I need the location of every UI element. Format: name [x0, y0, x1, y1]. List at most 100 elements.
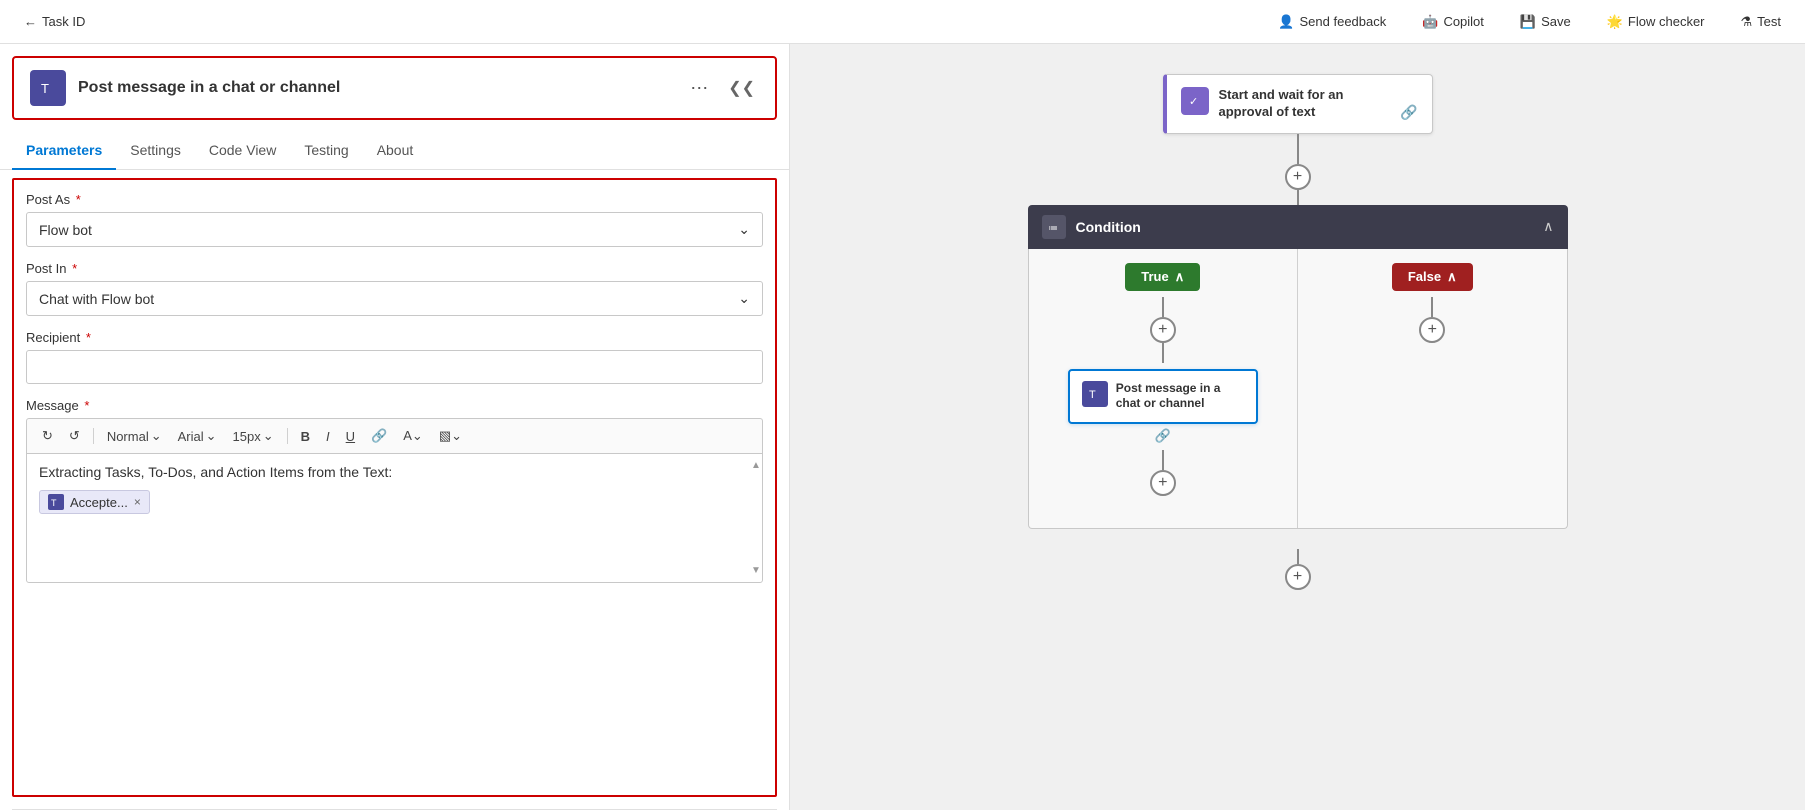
condition-block: ≔ Condition ∧ True ∧ — [1028, 205, 1568, 529]
condition-svg: ≔ — [1046, 219, 1062, 235]
teams-small-icon: T — [51, 497, 61, 507]
topbar-left: ← Task ID — [16, 10, 93, 33]
post-message-card[interactable]: T Post message in a chat or channel — [1068, 369, 1258, 424]
tab-settings[interactable]: Settings — [116, 132, 195, 170]
italic-button[interactable]: I — [321, 426, 335, 447]
save-icon: 💾 — [1520, 14, 1536, 30]
underline-button[interactable]: U — [341, 426, 360, 447]
add-bottom-step-button[interactable]: + — [1285, 564, 1311, 590]
collapse-button[interactable]: ❮❮ — [724, 74, 759, 102]
font-color-icon: A⌄ — [403, 428, 423, 444]
add-step-button[interactable]: + — [1285, 164, 1311, 190]
more-options-button[interactable]: ⋯ — [686, 74, 714, 103]
tab-about[interactable]: About — [363, 132, 428, 170]
tab-testing[interactable]: Testing — [290, 132, 362, 170]
required-indicator: * — [76, 192, 81, 207]
post-in-label: Post In * — [26, 261, 763, 276]
recipient-label: Recipient * — [26, 330, 763, 345]
undo-icon: ↻ — [42, 428, 53, 444]
chevron-down-icon: ⌄ — [206, 428, 217, 444]
post-teams-icon: T — [1086, 385, 1104, 403]
tab-code-view[interactable]: Code View — [195, 132, 290, 170]
svg-text:T: T — [51, 498, 57, 507]
add-after-post-button[interactable]: + — [1150, 470, 1176, 496]
branch-line — [1431, 297, 1433, 317]
link-icon: 🔗 — [371, 428, 387, 444]
undo-button[interactable]: ↻ — [37, 425, 58, 447]
condition-icon: ≔ — [1042, 215, 1066, 239]
add-false-step-button[interactable]: + — [1419, 317, 1445, 343]
chevron-down-icon: ⌄ — [738, 290, 750, 307]
post-as-select[interactable]: Flow bot ⌄ — [26, 212, 763, 247]
chevron-down-icon: ⌄ — [263, 428, 274, 444]
condition-title: Condition — [1076, 219, 1141, 235]
recipient-input[interactable] — [26, 350, 763, 384]
main-layout: T Post message in a chat or channel ⋯ ❮❮… — [0, 44, 1805, 810]
post-in-field-group: Post In * Chat with Flow bot ⌄ — [26, 261, 763, 316]
rte-body[interactable]: Extracting Tasks, To-Dos, and Action Ite… — [26, 453, 763, 583]
action-header-left: T Post message in a chat or channel — [30, 70, 340, 106]
flow-checker-button[interactable]: 🌟 Flow checker — [1599, 10, 1713, 34]
highlight-icon: ▧⌄ — [439, 428, 462, 444]
copilot-button[interactable]: 🤖 Copilot — [1414, 10, 1492, 34]
tag-close-button[interactable]: × — [134, 495, 141, 509]
topbar-right: 👤 Send feedback 🤖 Copilot 💾 Save 🌟 Flow … — [1270, 10, 1789, 34]
action-header: T Post message in a chat or channel ⋯ ❮❮ — [12, 56, 777, 120]
post-as-field-group: Post As * Flow bot ⌄ — [26, 192, 763, 247]
approval-card[interactable]: ✓ Start and wait for an approval of text… — [1163, 74, 1433, 134]
rte-text: Extracting Tasks, To-Dos, and Action Ite… — [39, 464, 750, 480]
more-icon: ⋯ — [690, 78, 710, 99]
tab-parameters[interactable]: Parameters — [12, 132, 116, 170]
scroll-up-icon[interactable]: ▲ — [751, 460, 761, 471]
action-header-right: ⋯ ❮❮ — [686, 74, 759, 103]
message-field-group: Message * ↻ ↺ Normal ⌄ — [26, 398, 763, 583]
condition-header-left: ≔ Condition — [1042, 215, 1141, 239]
svg-text:✓: ✓ — [1189, 96, 1198, 108]
branch-connector-false: + — [1419, 297, 1445, 343]
connector-1: + — [1285, 134, 1311, 205]
highlight-button[interactable]: ▧⌄ — [434, 425, 467, 447]
svg-text:≔: ≔ — [1048, 223, 1058, 234]
left-panel: T Post message in a chat or channel ⋯ ❮❮… — [0, 44, 790, 810]
style-select[interactable]: Normal ⌄ — [102, 425, 167, 447]
approval-icon: ✓ — [1181, 87, 1209, 115]
rte-toolbar: ↻ ↺ Normal ⌄ Arial ⌄ 15px — [26, 418, 763, 453]
message-label: Message * — [26, 398, 763, 413]
post-card-link-icon: 🔗 — [1155, 428, 1171, 444]
rte-tag[interactable]: T Accepte... × — [39, 490, 150, 514]
topbar: ← Task ID 👤 Send feedback 🤖 Copilot 💾 Sa… — [0, 0, 1805, 44]
redo-icon: ↺ — [69, 428, 80, 444]
back-button[interactable]: ← Task ID — [16, 10, 93, 33]
required-indicator: * — [72, 261, 77, 276]
size-select[interactable]: 15px ⌄ — [228, 425, 279, 447]
condition-body: True ∧ + — [1028, 249, 1568, 529]
condition-chevron-icon[interactable]: ∧ — [1543, 218, 1553, 235]
tag-icon: T — [48, 494, 64, 510]
branch-line — [1162, 297, 1164, 317]
true-chevron-icon: ∧ — [1175, 269, 1185, 285]
rte-scrollbar[interactable]: ▲ ▼ — [752, 456, 760, 580]
true-label[interactable]: True ∧ — [1125, 263, 1200, 291]
scroll-down-icon[interactable]: ▼ — [751, 565, 761, 576]
add-true-step-button[interactable]: + — [1150, 317, 1176, 343]
separator — [93, 428, 94, 444]
font-color-button[interactable]: A⌄ — [398, 425, 428, 447]
approval-svg: ✓ — [1186, 92, 1204, 110]
post-in-select[interactable]: Chat with Flow bot ⌄ — [26, 281, 763, 316]
copilot-icon: 🤖 — [1422, 14, 1438, 30]
topbar-title: Task ID — [42, 14, 85, 29]
save-button[interactable]: 💾 Save — [1512, 10, 1579, 34]
send-feedback-button[interactable]: 👤 Send feedback — [1270, 10, 1394, 34]
required-indicator: * — [86, 330, 91, 345]
link-button[interactable]: 🔗 — [366, 425, 392, 447]
redo-button[interactable]: ↺ — [64, 425, 85, 447]
connector-line — [1297, 549, 1299, 564]
branch-connector-bottom: + — [1150, 450, 1176, 496]
branch-line — [1162, 450, 1164, 470]
false-label[interactable]: False ∧ — [1392, 263, 1473, 291]
separator — [287, 428, 288, 444]
bold-button[interactable]: B — [296, 426, 315, 447]
test-button[interactable]: ⚗ Test — [1733, 10, 1790, 34]
font-select[interactable]: Arial ⌄ — [173, 425, 222, 447]
feedback-icon: 👤 — [1278, 14, 1294, 30]
